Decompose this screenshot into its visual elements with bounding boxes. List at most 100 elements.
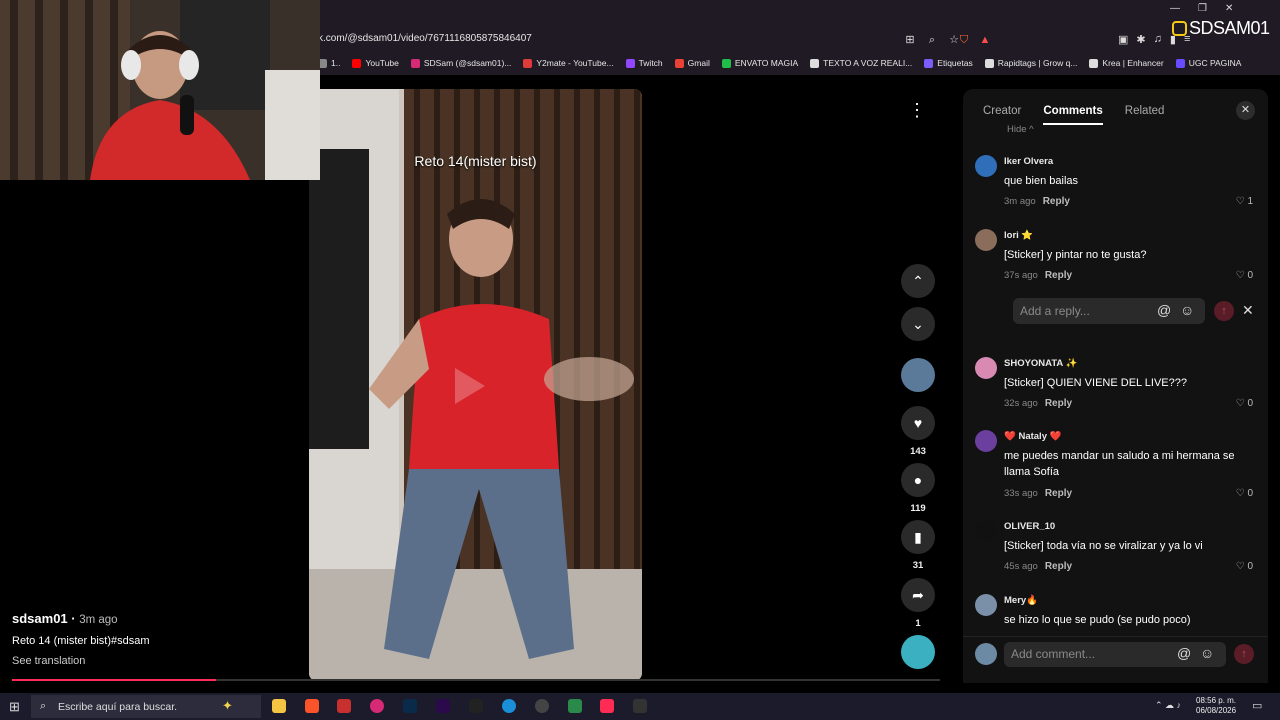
app-icon[interactable] xyxy=(568,699,582,713)
bookmark-item[interactable]: ENVATO MAGIA xyxy=(721,58,799,68)
brave-shield-icon[interactable]: ⛉ xyxy=(957,33,971,47)
commenter-name[interactable]: Mery🔥 xyxy=(1004,595,1038,606)
see-translation-link[interactable]: See translation xyxy=(12,655,85,667)
taskbar-clock[interactable]: 08:56 p. m. 06/08/2026 xyxy=(1196,696,1236,716)
bookmark-item[interactable]: YouTube xyxy=(352,58,399,68)
commenter-avatar[interactable] xyxy=(975,357,997,379)
tiktok-icon[interactable] xyxy=(600,699,614,713)
comment-icon[interactable]: ● xyxy=(901,463,935,497)
reply-button[interactable]: Reply xyxy=(1045,488,1072,499)
comment-like[interactable]: ♡ 0 xyxy=(1236,270,1253,281)
brave-rewards-icon[interactable]: ▲ xyxy=(978,33,992,47)
commenter-avatar[interactable] xyxy=(975,155,997,177)
commenter-name[interactable]: SHOYONATA ✨ xyxy=(1004,358,1077,369)
window-controls: — ❐ ✕ xyxy=(1170,3,1233,14)
bookmark-item[interactable]: Krea | Enhancer xyxy=(1089,58,1164,68)
more-options-icon[interactable]: ⋮ xyxy=(900,93,934,127)
minimize-icon[interactable]: — xyxy=(1170,3,1180,14)
chatgpt-icon[interactable] xyxy=(535,699,549,713)
reply-button[interactable]: Reply xyxy=(1045,561,1072,572)
comment-meta: 45s ago Reply xyxy=(1004,561,1072,572)
video-author[interactable]: sdsam01 · 3m ago xyxy=(12,611,118,626)
author-name[interactable]: sdsam01 xyxy=(12,611,68,626)
like-icon[interactable]: ♥ xyxy=(901,406,935,440)
commenter-name[interactable]: OLIVER_10 xyxy=(1004,521,1055,532)
logo-text: SDSAM01 xyxy=(1189,18,1270,38)
commenter-name[interactable]: lori ⭐ xyxy=(1004,230,1033,241)
bookmarks-bar: 1.. YouTube SDSam (@sdsam01)... Y2mate - Yo… xyxy=(318,54,1241,72)
share-icon[interactable]: ➦ xyxy=(901,578,935,612)
zoom-icon[interactable]: ⌕ xyxy=(925,33,939,47)
terminal-icon[interactable] xyxy=(633,699,647,713)
reply-button[interactable]: Reply xyxy=(1043,196,1070,207)
creator-avatar[interactable] xyxy=(901,358,935,392)
clock-time: 08:56 p. m. xyxy=(1196,696,1237,705)
next-video-button[interactable]: ⌄ xyxy=(901,307,935,341)
music-disc-icon[interactable] xyxy=(901,635,935,669)
comment-like[interactable]: ♡ 1 xyxy=(1236,196,1253,207)
bookmark-label: SDSam (@sdsam01)... xyxy=(423,58,512,68)
tab-creator[interactable]: Creator xyxy=(983,105,1021,125)
edge-icon[interactable] xyxy=(502,699,516,713)
comment-text: me puedes mandar un saludo a mi hermana … xyxy=(1004,450,1235,478)
commenter-name[interactable]: Iker Olvera xyxy=(1004,156,1053,167)
bookmark-item[interactable]: UGC PAGINA xyxy=(1175,58,1241,68)
comment-like-count: 0 xyxy=(1247,488,1253,499)
bookmark-item[interactable]: Rapidtags | Grow q... xyxy=(984,58,1077,68)
tab-related[interactable]: Related xyxy=(1125,105,1165,125)
mention-icon[interactable]: @ xyxy=(1157,302,1171,318)
photoshop-icon[interactable] xyxy=(403,699,417,713)
app-icon[interactable] xyxy=(337,699,351,713)
emoji-icon[interactable]: ☺ xyxy=(1200,645,1214,661)
system-tray-icons[interactable]: ⌃ ☁ ♪ xyxy=(1155,700,1181,711)
music-icon[interactable]: ♫ xyxy=(1154,33,1162,46)
obs-icon[interactable] xyxy=(469,699,483,713)
puzzle-icon[interactable]: ✱ xyxy=(1136,33,1145,46)
emoji-icon[interactable]: ☺ xyxy=(1180,302,1194,318)
comment-like[interactable]: ♡ 0 xyxy=(1236,561,1253,572)
bookmark-item[interactable]: 1.. xyxy=(318,58,340,68)
my-avatar xyxy=(975,643,997,665)
copilot-sparkle-icon[interactable]: ✦ xyxy=(222,698,233,714)
commenter-avatar[interactable] xyxy=(975,229,997,251)
close-panel-button[interactable]: ✕ xyxy=(1236,101,1255,120)
bookmark-item[interactable]: Y2mate - YouTube... xyxy=(523,58,614,68)
bookmark-item[interactable]: Gmail xyxy=(674,58,710,68)
commenter-avatar[interactable] xyxy=(975,520,997,542)
reply-button[interactable]: Reply xyxy=(1045,398,1072,409)
hide-replies-link[interactable]: Hide ^ xyxy=(1007,124,1034,135)
comment-like-count: 0 xyxy=(1247,398,1253,409)
bookmark-item[interactable]: SDSam (@sdsam01)... xyxy=(410,58,512,68)
maximize-icon[interactable]: ❐ xyxy=(1198,3,1207,14)
extension-icon[interactable]: ▣ xyxy=(1118,33,1128,46)
commenter-avatar[interactable] xyxy=(975,594,997,616)
send-comment-button[interactable]: ↑ xyxy=(1234,644,1254,664)
close-reply-icon[interactable]: ✕ xyxy=(1242,302,1254,319)
notification-icon[interactable]: ▭ xyxy=(1252,699,1262,712)
windows-start-icon[interactable]: ⊞ xyxy=(9,699,20,715)
bookmark-item[interactable]: Twitch xyxy=(625,58,663,68)
comment-like[interactable]: ♡ 0 xyxy=(1236,398,1253,409)
address-bar[interactable]: k.com/@sdsam01/video/7671116805875846407 xyxy=(318,33,532,44)
send-reply-button[interactable]: ↑ xyxy=(1214,301,1234,321)
previous-video-button[interactable]: ⌃ xyxy=(901,264,935,298)
brave-icon[interactable] xyxy=(305,699,319,713)
comment-like[interactable]: ♡ 0 xyxy=(1236,488,1253,499)
save-icon[interactable]: ▮ xyxy=(901,520,935,554)
reply-button[interactable]: Reply xyxy=(1045,270,1072,281)
premiere-icon[interactable] xyxy=(436,699,450,713)
file-explorer-icon[interactable] xyxy=(272,699,286,713)
video-description: Reto 14 (mister bist)#sdsam xyxy=(12,635,150,647)
commenter-name[interactable]: ❤️ Nataly ❤️ xyxy=(1004,431,1061,442)
translate-icon[interactable]: ⊞ xyxy=(903,33,917,47)
bookmark-label: ENVATO MAGIA xyxy=(734,58,799,68)
close-window-icon[interactable]: ✕ xyxy=(1225,3,1233,14)
instagram-app-icon[interactable] xyxy=(370,699,384,713)
comment-like-count: 0 xyxy=(1247,561,1253,572)
bookmark-item[interactable]: Etiquetas xyxy=(924,58,973,68)
tab-comments[interactable]: Comments xyxy=(1043,105,1103,125)
commenter-avatar[interactable] xyxy=(975,430,997,452)
bookmark-item[interactable]: TEXTO A VOZ REALI... xyxy=(810,58,912,68)
play-icon[interactable] xyxy=(455,368,485,404)
mention-icon[interactable]: @ xyxy=(1177,645,1191,661)
